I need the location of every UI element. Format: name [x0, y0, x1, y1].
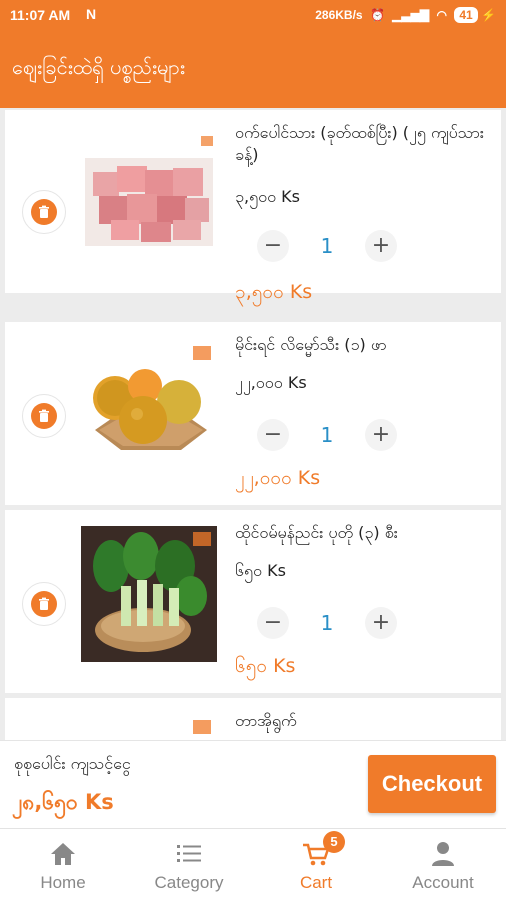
nav-label: Home — [40, 873, 86, 892]
status-right: 286KB/s ⏰ ▁▃▅▇ ◠ 41 ⚡ — [315, 7, 496, 23]
product-image — [81, 338, 217, 474]
status-time: 11:07 AM — [10, 7, 71, 23]
total-amount: ၂၈,၆၅၀ Ks — [12, 790, 114, 814]
battery-level: 41 — [459, 8, 473, 22]
increase-button[interactable]: + — [365, 607, 397, 639]
delete-button[interactable] — [22, 190, 66, 234]
bottom-nav: Home Category 5 Cart Account — [0, 828, 506, 901]
cart-count-badge: 5 — [323, 831, 345, 853]
person-icon — [429, 841, 457, 867]
product-price: ၃,၅၀၀ Ks — [235, 187, 300, 206]
nav-item-account[interactable]: Account — [380, 829, 506, 901]
app-bar: ဈေးခြင်းထဲရှိ ပစ္စည်းများ — [0, 30, 506, 108]
trash-icon — [31, 403, 57, 429]
cart-item: ဝက်ပေါင်သား (ခုတ်ထစ်ပြီး) (၂၅ ကျပ်သားခန့… — [5, 110, 501, 303]
product-price: ၂၂,၀၀၀ Ks — [235, 373, 307, 392]
product-image — [81, 714, 217, 740]
page-title: ဈေးခြင်းထဲရှိ ပစ္စည်းများ — [12, 55, 185, 79]
product-image — [81, 132, 217, 268]
total-label: စုစုပေါင်း ကျသင့်ငွေ — [14, 754, 131, 773]
nav-item-category[interactable]: Category — [126, 829, 252, 901]
quantity-value: 1 — [320, 423, 334, 447]
trash-icon — [31, 199, 57, 225]
home-icon — [49, 841, 77, 867]
decrease-button[interactable]: − — [257, 419, 289, 451]
alarm-icon: ⏰ — [369, 8, 385, 22]
quantity-stepper: − 1 + — [257, 230, 397, 270]
charging-icon: ⚡ — [481, 8, 496, 22]
product-total: ၂၂,၀၀၀ Ks — [235, 467, 321, 489]
delete-button[interactable] — [22, 582, 66, 626]
decrease-button[interactable]: − — [257, 230, 289, 262]
quantity-stepper: − 1 + — [257, 607, 397, 647]
product-name: မိုင်းရင် လိမ္မော်သီး (၁) ဖာ — [235, 335, 387, 354]
cart-item: တာအိုရွက် — [5, 698, 501, 740]
increase-button[interactable]: + — [365, 230, 397, 262]
cart-item: မိုင်းရင် လိမ္မော်သီး (၁) ဖာ ၂၂,၀၀၀ Ks −… — [5, 322, 501, 505]
product-image — [81, 526, 217, 662]
list-icon — [175, 841, 203, 867]
cart-list[interactable]: ဝက်ပေါင်သား (ခုတ်ထစ်ပြီး) (၂၅ ကျပ်သားခန့… — [0, 108, 506, 740]
delete-button[interactable] — [22, 394, 66, 438]
nav-item-home[interactable]: Home — [0, 829, 126, 901]
increase-button[interactable]: + — [365, 419, 397, 451]
product-total: ၃,၅၀၀ Ks — [235, 281, 313, 303]
signal-icon: ▁▃▅▇ — [392, 8, 430, 22]
network-speed: 286KB/s — [315, 8, 363, 22]
wifi-icon: ◠ — [436, 8, 447, 22]
trash-icon — [31, 591, 57, 617]
product-total: ၆၅၀ Ks — [235, 655, 296, 677]
battery-icon: 41 — [454, 7, 478, 23]
quantity-value: 1 — [320, 234, 334, 258]
nav-item-cart[interactable]: 5 Cart — [253, 829, 379, 901]
nav-label: Category — [154, 873, 224, 892]
quantity-value: 1 — [320, 611, 334, 635]
product-name: ဝက်ပေါင်သား (ခုတ်ထစ်ပြီး) (၂၅ ကျပ်သားခန့… — [235, 123, 484, 164]
decrease-button[interactable]: − — [257, 607, 289, 639]
status-bar: 11:07 AM N 286KB/s ⏰ ▁▃▅▇ ◠ 41 ⚡ — [0, 0, 506, 30]
cart-summary: စုစုပေါင်း ကျသင့်ငွေ ၂၈,၆၅၀ Ks Checkout — [0, 740, 506, 829]
product-name: တာအိုရွက် — [235, 711, 297, 730]
nav-label: Cart — [299, 873, 333, 892]
cart-item: ထိုင်ဝမ်မုန်ညင်း ပုတို (၃) စီး ၆၅၀ Ks − … — [5, 510, 501, 693]
checkout-button[interactable]: Checkout — [368, 755, 496, 813]
product-name: ထိုင်ဝမ်မုန်ညင်း ပုတို (၃) စီး — [235, 523, 398, 542]
nav-label: Account — [412, 873, 474, 892]
notification-icon: N — [86, 6, 97, 22]
product-price: ၆၅၀ Ks — [235, 561, 286, 580]
quantity-stepper: − 1 + — [257, 419, 397, 459]
